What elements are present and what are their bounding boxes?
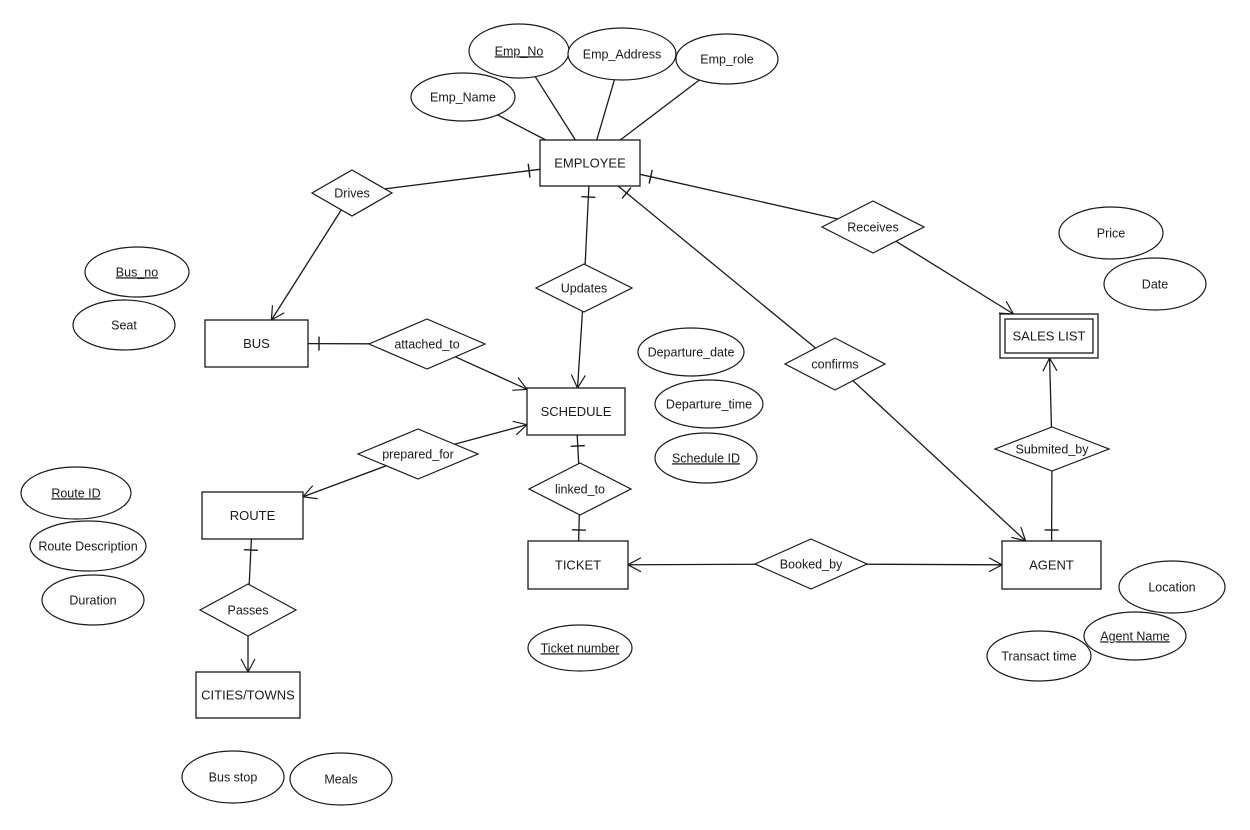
connector (384, 163, 541, 190)
connector (581, 185, 596, 266)
connector-layer (240, 75, 1059, 673)
connector (570, 434, 585, 465)
attribute-label-seat: Seat (111, 318, 137, 332)
attribute-label-meals: Meals (324, 772, 357, 786)
cardinality-one-marker (621, 187, 632, 199)
relationship-label-receives: Receives (847, 220, 898, 234)
attribute-label-departure_date: Departure_date (648, 345, 735, 359)
connector (302, 465, 387, 500)
connector (627, 557, 757, 573)
connector (1044, 470, 1059, 542)
relationship-label-attached_to: attached_to (394, 337, 459, 351)
cardinality-one-marker (570, 444, 585, 448)
connector (307, 336, 371, 351)
connector (534, 75, 577, 141)
cardinality-one-marker (243, 548, 258, 552)
relationship-label-updates: Updates (561, 281, 608, 295)
relationship-label-submited_by: Submited_by (1016, 442, 1090, 456)
attribute-label-ticket_number: Ticket number (541, 641, 620, 655)
attribute-label-schedule_id: Schedule ID (672, 451, 740, 465)
attribute-label-emp_no: Emp_No (495, 44, 544, 58)
attribute-label-duration: Duration (69, 593, 116, 607)
relationship-label-passes: Passes (228, 603, 269, 617)
connector (639, 169, 839, 220)
relationship-label-linked_to: linked_to (555, 482, 605, 496)
entity-label-bus: BUS (243, 336, 270, 351)
connector (453, 420, 528, 445)
attribute-label-route_description: Route Description (38, 539, 137, 553)
entity-label-schedule: SCHEDULE (541, 404, 612, 419)
attribute-label-emp_address: Emp_Address (583, 47, 662, 61)
attribute-label-bus_stop: Bus stop (209, 770, 258, 784)
attribute-label-bus_no: Bus_no (116, 265, 158, 279)
entity-label-agent: AGENT (1029, 557, 1074, 572)
attribute-label-emp_name: Emp_Name (430, 90, 496, 104)
connector (496, 114, 547, 141)
attribute-label-location: Location (1148, 580, 1195, 594)
relationship-label-prepared_for: prepared_for (382, 447, 454, 461)
cardinality-one-marker (527, 163, 531, 178)
er-diagram-canvas: Emp_Name Emp_No Emp_Address Emp_role Bus_no S… (0, 0, 1250, 830)
entity-label-sales_list: SALES LIST (1013, 328, 1086, 343)
attribute-label-price: Price (1097, 226, 1126, 240)
attribute-label-departure_time: Departure_time (666, 397, 752, 411)
entity-label-ticket: TICKET (555, 557, 601, 572)
connector (454, 356, 528, 391)
connector (270, 209, 342, 321)
connector (571, 514, 586, 542)
attribute-label-emp_role: Emp_role (700, 52, 754, 66)
connector (865, 557, 1003, 573)
attribute-label-route_id: Route ID (51, 486, 100, 500)
connector (596, 79, 616, 141)
connector (895, 240, 1015, 315)
connector (243, 538, 258, 586)
connector (240, 635, 256, 673)
attribute-label-agent_name: Agent Name (1100, 629, 1170, 643)
relationship-label-booked_by: Booked_by (780, 557, 843, 571)
er-diagram-svg: Emp_Name Emp_No Emp_Address Emp_role Bus_no S… (20, 23, 1226, 806)
connector (852, 380, 1027, 542)
entity-label-employee: EMPLOYEE (554, 155, 626, 170)
entity-label-cities_towns: CITIES/TOWNS (201, 687, 295, 702)
relationship-label-confirms: confirms (811, 357, 858, 371)
attribute-label-transact_time: Transact time (1001, 649, 1076, 663)
relationship-label-drives: Drives (334, 186, 369, 200)
cardinality-one-marker (581, 195, 596, 199)
connector (617, 185, 817, 349)
attribute-label-date: Date (1142, 277, 1168, 291)
connector (619, 79, 700, 141)
entity-label-route: ROUTE (230, 508, 276, 523)
connector (570, 310, 586, 389)
connector (1042, 357, 1058, 428)
